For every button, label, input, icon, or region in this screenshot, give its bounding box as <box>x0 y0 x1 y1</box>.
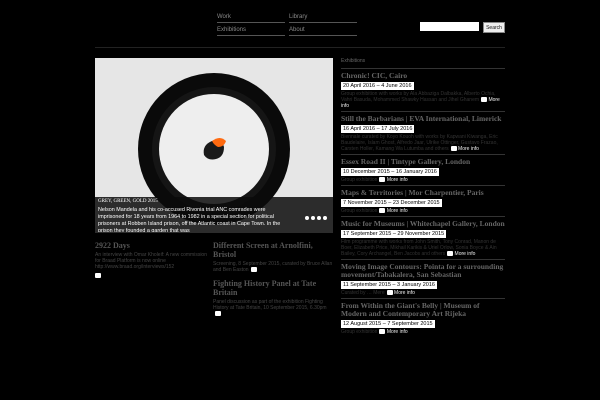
nav-exhibitions[interactable]: Exhibitions <box>217 26 285 36</box>
exhibition-date: 12 August 2015 – 7 September 2015 <box>341 320 435 328</box>
slider-dot[interactable] <box>317 216 321 220</box>
nav-right: Library About <box>289 13 357 39</box>
post-different-screen: Different Screen at Arnolfini, Bristol S… <box>213 241 333 273</box>
more-icon[interactable] <box>379 177 386 183</box>
more-icon[interactable] <box>447 251 454 257</box>
exhibition-date: 20 April 2016 – 4 June 2016 <box>341 82 414 90</box>
post-text: Screening, 8 September 2015, curated by … <box>213 261 333 273</box>
more-icon[interactable] <box>386 290 393 296</box>
nav-left: Work Exhibitions <box>217 13 285 39</box>
exhibition-item: Moving Image Contours: Pointa for a surr… <box>341 259 505 296</box>
exhibition-title[interactable]: Moving Image Contours: Pointa for a surr… <box>341 263 505 279</box>
more-info-link[interactable]: More info <box>387 177 408 183</box>
exhibition-title[interactable]: Essex Road II | Tintype Gallery, London <box>341 158 505 166</box>
more-icon[interactable] <box>95 273 101 278</box>
slider-dot[interactable] <box>305 216 309 220</box>
exhibition-date: 16 April 2016 – 17 July 2016 <box>341 125 415 133</box>
header-divider <box>95 47 505 48</box>
caption-title: GREY, GREEN, GOLD 2015 <box>98 199 158 204</box>
exhibition-text: Film programme with works from John Smit… <box>341 239 497 257</box>
more-icon[interactable] <box>379 329 386 335</box>
exhibition-text: Biennale curated by Koyo Kouoh with work… <box>341 134 498 152</box>
slide-caption: GREY, GREEN, GOLD 2015 Nelson Mandela an… <box>95 197 333 233</box>
exhibition-date: 7 November 2015 – 23 December 2015 <box>341 199 442 207</box>
more-info-link[interactable]: More info <box>458 146 479 152</box>
nav-library[interactable]: Library <box>289 13 357 23</box>
exhibition-item: Essex Road II | Tintype Gallery, London … <box>341 154 505 183</box>
nav-work[interactable]: Work <box>217 13 285 23</box>
exhibition-item: Chronic! CIC, Cairo 20 April 2016 – 4 Ju… <box>341 68 505 109</box>
exhibition-item: Maps & Territories | Mor Charpentier, Pa… <box>341 185 505 214</box>
exhibition-item: From Within the Giant's Belly | Museum o… <box>341 298 505 335</box>
post-title[interactable]: Fighting History Panel at Tate Britain <box>213 279 333 297</box>
exhibition-date: 11 September 2015 – 3 January 2016 <box>341 281 437 289</box>
search-input[interactable] <box>420 22 479 31</box>
more-icon[interactable] <box>481 97 488 103</box>
more-icon[interactable] <box>215 311 221 317</box>
post-title[interactable]: Different Screen at Arnolfini, Bristol <box>213 241 333 259</box>
exhibition-date: 10 December 2015 – 16 January 2016 <box>341 168 439 176</box>
exhibition-date: 17 September 2015 – 29 November 2015 <box>341 230 447 238</box>
exhibition-item: Music for Museums | Whitechapel Gallery,… <box>341 216 505 257</box>
slider-pager <box>303 216 327 222</box>
more-info-link[interactable]: More info <box>387 208 408 214</box>
post-fighting-history: Fighting History Panel at Tate Britain P… <box>213 279 333 317</box>
more-info-link[interactable]: More info <box>455 251 476 257</box>
slider-dot[interactable] <box>311 216 315 220</box>
sidebar-heading: Exhibitions <box>341 58 366 64</box>
search-button[interactable]: Search <box>483 22 505 33</box>
more-icon[interactable] <box>450 146 457 152</box>
post-text: An interview with Omar Kholeif: A new co… <box>95 252 207 270</box>
exhibition-title[interactable]: Chronic! CIC, Cairo <box>341 72 505 80</box>
slider-dot[interactable] <box>323 216 327 220</box>
featured-slider[interactable]: GREY, GREEN, GOLD 2015 Nelson Mandela an… <box>95 58 333 233</box>
exhibition-text: Group exhibition More info <box>341 177 408 183</box>
caption-text: Nelson Mandela and his co-accused Rivoni… <box>98 207 281 232</box>
more-info-link[interactable]: More info <box>387 329 408 335</box>
more-icon[interactable] <box>250 267 257 273</box>
exhibition-text: Group exhibition More info <box>341 329 408 335</box>
more-icon[interactable] <box>379 208 386 214</box>
post-title[interactable]: 2922 Days <box>95 241 210 250</box>
exhibition-title[interactable]: Still the Barbarians | EVA International… <box>341 115 505 123</box>
post-text: Panel discussion as part of the exhibiti… <box>213 299 333 317</box>
post-2922-days: 2922 Days An interview with Omar Kholeif… <box>95 241 210 278</box>
exhibition-text: Group exhibition with works by Ala Abbaz… <box>341 91 500 109</box>
more-info-link[interactable]: More info <box>394 290 415 296</box>
exhibition-item: Still the Barbarians | EVA International… <box>341 111 505 152</box>
exhibitions-sidebar: Exhibitions Chronic! CIC, Cairo 20 April… <box>341 58 505 337</box>
exhibition-text: Curated by … Mere More info <box>341 290 415 296</box>
nav-about[interactable]: About <box>289 26 357 36</box>
exhibition-title[interactable]: From Within the Giant's Belly | Museum o… <box>341 302 505 318</box>
exhibition-title[interactable]: Maps & Territories | Mor Charpentier, Pa… <box>341 189 505 197</box>
exhibition-text: Group exhibition More info <box>341 208 408 214</box>
exhibition-title[interactable]: Music for Museums | Whitechapel Gallery,… <box>341 220 505 228</box>
